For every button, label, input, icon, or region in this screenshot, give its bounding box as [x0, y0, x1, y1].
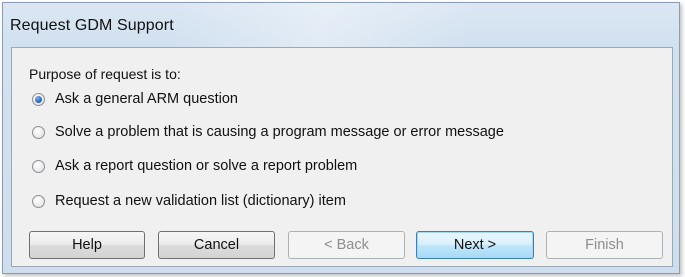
option-label: Solve a problem that is causing a progra…: [55, 124, 504, 140]
option-label: Ask a general ARM question: [55, 91, 238, 107]
option-general-arm-question[interactable]: Ask a general ARM question: [32, 89, 238, 109]
back-button[interactable]: < Back: [288, 231, 405, 259]
title-bar-glass: [178, 3, 598, 47]
next-button[interactable]: Next >: [416, 231, 534, 259]
option-label: Request a new validation list (dictionar…: [55, 193, 346, 209]
help-button[interactable]: Help: [29, 231, 145, 259]
option-validation-list-item[interactable]: Request a new validation list (dictionar…: [32, 191, 346, 211]
finish-button[interactable]: Finish: [546, 231, 663, 259]
dialog-title: Request GDM Support: [10, 17, 174, 34]
option-report-question[interactable]: Ask a report question or solve a report …: [32, 156, 357, 176]
cancel-button[interactable]: Cancel: [158, 231, 275, 259]
option-program-error-problem[interactable]: Solve a problem that is causing a progra…: [32, 122, 504, 142]
option-label: Ask a report question or solve a report …: [55, 158, 358, 174]
radio-button[interactable]: [32, 194, 45, 208]
radio-button-selected[interactable]: [32, 92, 45, 106]
purpose-group-label: Purpose of request is to:: [29, 66, 181, 82]
radio-button[interactable]: [32, 159, 45, 173]
radio-button[interactable]: [32, 125, 45, 139]
